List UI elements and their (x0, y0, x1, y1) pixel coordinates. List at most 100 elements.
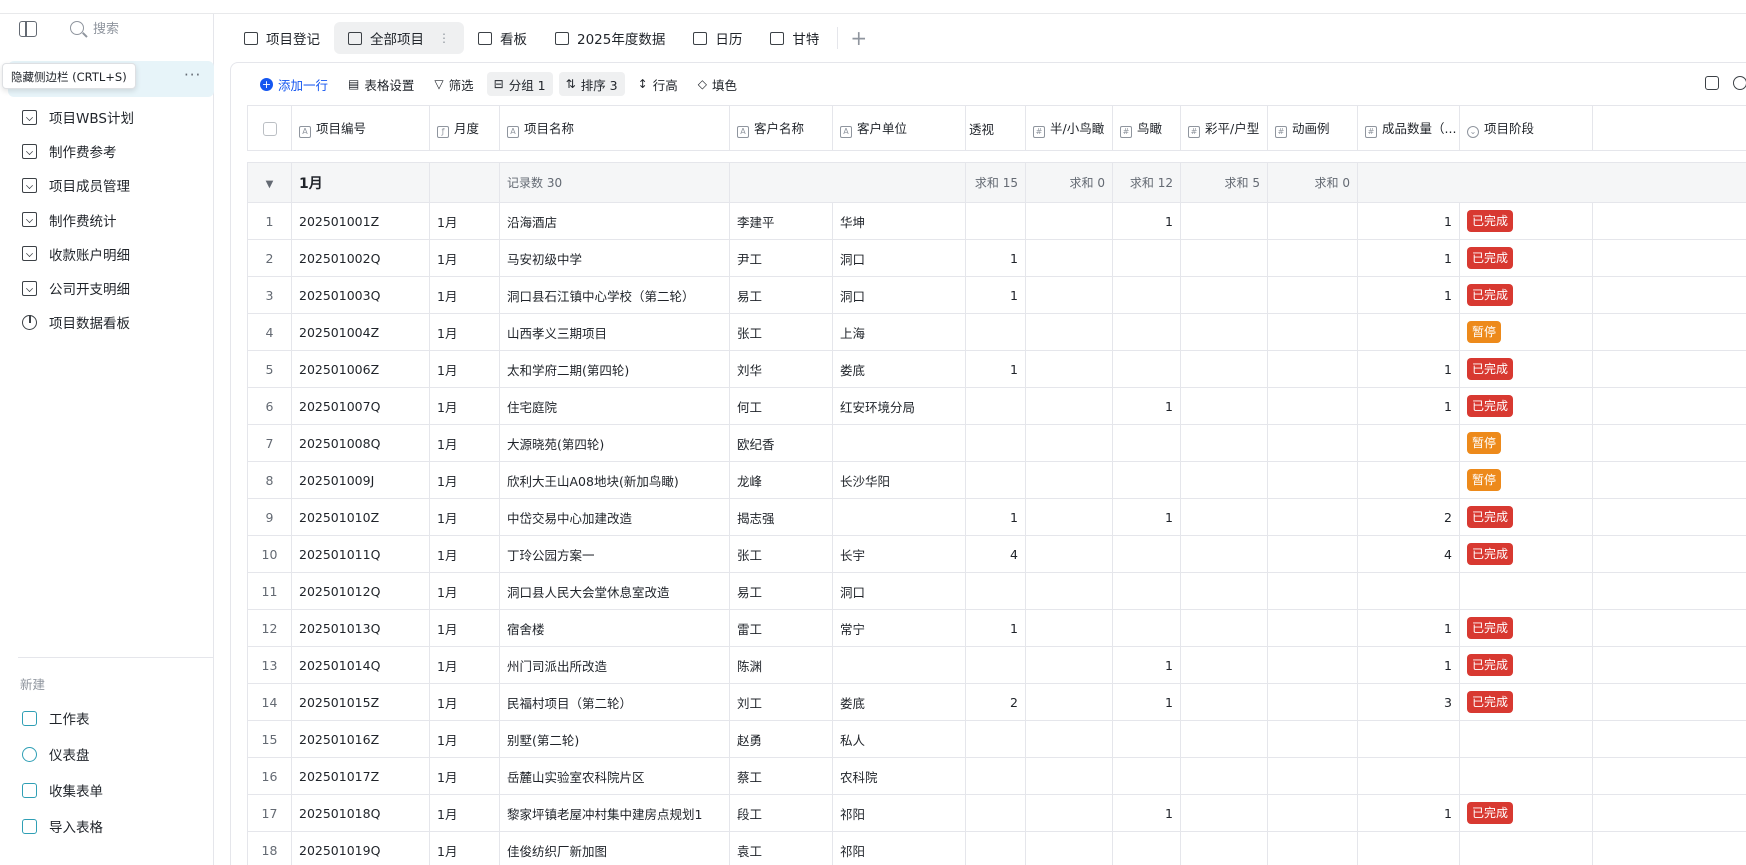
tab-menu-icon[interactable]: ⋮ (438, 31, 450, 45)
tab[interactable]: 全部项目 ⋮ (334, 22, 464, 54)
cell-idx[interactable]: 4 (247, 313, 292, 351)
cell-donghua[interactable] (1267, 535, 1358, 573)
cell-month[interactable]: 1月 (429, 757, 500, 795)
cell-niaokan[interactable] (1112, 535, 1181, 573)
cell-toushi[interactable] (965, 387, 1026, 425)
cell-month[interactable]: 1月 (429, 572, 500, 610)
cell-client[interactable]: 揭志强 (729, 498, 833, 536)
cell-month[interactable]: 1月 (429, 313, 500, 351)
cell-unit[interactable]: 祁阳 (832, 794, 966, 832)
cell-idx[interactable]: 8 (247, 461, 292, 499)
cell-stage[interactable]: 已完成 (1459, 202, 1593, 240)
cell-qty[interactable]: 1 (1357, 202, 1460, 240)
cell-caiping[interactable] (1180, 276, 1268, 314)
new-item[interactable]: 收集表单 (22, 776, 103, 804)
cell-name[interactable]: 住宅庭院 (499, 387, 730, 425)
cell-idx[interactable]: 7 (247, 424, 292, 462)
cell-niaokan[interactable] (1112, 572, 1181, 610)
cell-donghua[interactable] (1267, 794, 1358, 832)
cell-month[interactable]: 1月 (429, 794, 500, 832)
group-row[interactable]: ▼ 1月 记录数 30 求和 15 求和 0 求和 12 求和 5 求和 0 (247, 162, 1746, 203)
new-item[interactable]: 工作表 (22, 704, 90, 732)
cell-toushi[interactable]: 1 (965, 498, 1026, 536)
cell-client[interactable]: 张工 (729, 535, 833, 573)
cell-niaokan[interactable]: 1 (1112, 683, 1181, 721)
cell-idx[interactable]: 14 (247, 683, 292, 721)
cell-qty[interactable] (1357, 424, 1460, 462)
cell-banniao[interactable] (1025, 239, 1113, 277)
cell-unit[interactable]: 上海 (832, 313, 966, 351)
cell-code[interactable]: 202501004Z (291, 313, 430, 351)
cell-donghua[interactable] (1267, 498, 1358, 536)
cell-toushi[interactable] (965, 757, 1026, 795)
cell-name[interactable]: 马安初级中学 (499, 239, 730, 277)
cell-qty[interactable] (1357, 757, 1460, 795)
cell-month[interactable]: 1月 (429, 424, 500, 462)
cell-stage[interactable] (1459, 831, 1593, 865)
col-header-client[interactable]: A 客户名称 (729, 105, 833, 151)
cell-name[interactable]: 宿舍楼 (499, 609, 730, 647)
cell-code[interactable]: 202501019Q (291, 831, 430, 865)
cell-name[interactable]: 大源晓苑(第四轮) (499, 424, 730, 462)
cell-caiping[interactable] (1180, 387, 1268, 425)
cell-toushi[interactable] (965, 720, 1026, 758)
cell-niaokan[interactable] (1112, 239, 1181, 277)
cell-toushi[interactable] (965, 572, 1026, 610)
cell-qty[interactable] (1357, 313, 1460, 351)
cell-caiping[interactable] (1180, 831, 1268, 865)
cell-banniao[interactable] (1025, 609, 1113, 647)
cell-banniao[interactable] (1025, 202, 1113, 240)
cell-month[interactable]: 1月 (429, 720, 500, 758)
cell-stage[interactable]: 已完成 (1459, 535, 1593, 573)
cell-banniao[interactable] (1025, 794, 1113, 832)
cell-code[interactable]: 202501014Q (291, 646, 430, 684)
cell-qty[interactable] (1357, 720, 1460, 758)
cell-qty[interactable] (1357, 572, 1460, 610)
cell-unit[interactable]: 华坤 (832, 202, 966, 240)
cell-client[interactable]: 刘华 (729, 350, 833, 388)
group-toggle[interactable]: ▼ (247, 162, 292, 203)
cell-donghua[interactable] (1267, 276, 1358, 314)
cell-banniao[interactable] (1025, 350, 1113, 388)
cell-stage[interactable]: 已完成 (1459, 609, 1593, 647)
cell-idx[interactable]: 17 (247, 794, 292, 832)
table-row[interactable]: 10 202501011Q 1月 丁玲公园方案一 张工 长宇 4 4 已完成 (247, 535, 1746, 573)
select-all-checkbox[interactable] (262, 121, 277, 136)
cell-idx[interactable]: 2 (247, 239, 292, 277)
cell-donghua[interactable] (1267, 202, 1358, 240)
cell-client[interactable]: 龙峰 (729, 461, 833, 499)
cell-name[interactable]: 州门司派出所改造 (499, 646, 730, 684)
cell-client[interactable]: 张工 (729, 313, 833, 351)
cell-stage[interactable]: 已完成 (1459, 387, 1593, 425)
cell-qty[interactable]: 1 (1357, 646, 1460, 684)
cell-name[interactable]: 佳俊纺织厂新加图 (499, 831, 730, 865)
cell-month[interactable]: 1月 (429, 350, 500, 388)
cell-month[interactable]: 1月 (429, 461, 500, 499)
cell-niaokan[interactable]: 1 (1112, 794, 1181, 832)
cell-qty[interactable]: 1 (1357, 387, 1460, 425)
cell-idx[interactable]: 9 (247, 498, 292, 536)
cell-banniao[interactable] (1025, 276, 1113, 314)
cell-toushi[interactable]: 4 (965, 535, 1026, 573)
cell-donghua[interactable] (1267, 831, 1358, 865)
select-all[interactable] (247, 105, 292, 151)
cell-unit[interactable]: 长沙华阳 (832, 461, 966, 499)
cell-qty[interactable]: 2 (1357, 498, 1460, 536)
cell-donghua[interactable] (1267, 609, 1358, 647)
cell-unit[interactable]: 私人 (832, 720, 966, 758)
cell-name[interactable]: 山西孝义三期项目 (499, 313, 730, 351)
table-row[interactable]: 3 202501003Q 1月 洞口县石江镇中心学校（第二轮） 易工 洞口 1 1 已完成 (247, 276, 1746, 314)
cell-stage[interactable]: 暂停 (1459, 313, 1593, 351)
cell-code[interactable]: 202501011Q (291, 535, 430, 573)
col-header-donghua[interactable]: # 动画例 (1267, 105, 1358, 151)
cell-caiping[interactable] (1180, 609, 1268, 647)
cell-client[interactable]: 蔡工 (729, 757, 833, 795)
table-row[interactable]: 7 202501008Q 1月 大源晓苑(第四轮) 欧纪香 暂停 (247, 424, 1746, 462)
cell-banniao[interactable] (1025, 424, 1113, 462)
cell-stage[interactable]: 暂停 (1459, 461, 1593, 499)
cell-donghua[interactable] (1267, 683, 1358, 721)
cell-idx[interactable]: 1 (247, 202, 292, 240)
cell-donghua[interactable] (1267, 387, 1358, 425)
group-button[interactable]: ⊟ 分组 1 (486, 72, 553, 96)
cell-caiping[interactable] (1180, 424, 1268, 462)
